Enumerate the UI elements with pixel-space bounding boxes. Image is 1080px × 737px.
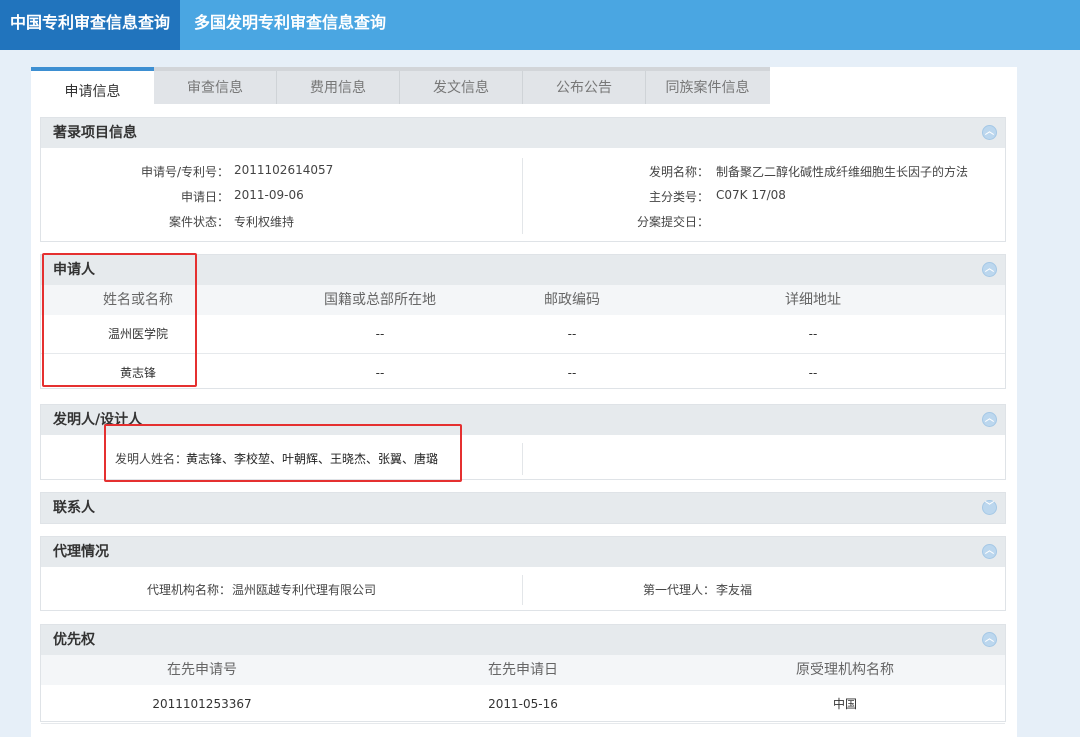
biblio-section: 著录项目信息 ︿ 申请号/专利号： 2011102614057 申请日： 201… bbox=[40, 117, 1006, 242]
applicant-country: -- bbox=[375, 366, 385, 380]
applicant-address: -- bbox=[808, 327, 818, 341]
table-header: 在先申请号 在先申请日 原受理机构名称 bbox=[41, 655, 1005, 685]
info-tabs: 申请信息 审查信息 费用信息 发文信息 公布公告 同族案件信息 bbox=[31, 67, 770, 104]
section-title: 代理情况 bbox=[53, 544, 109, 560]
status-label: 案件状态： bbox=[168, 215, 229, 229]
contact-section: 联系人 ﹀ bbox=[40, 492, 1006, 524]
top-navigation: 中国专利审查信息查询 多国发明专利审查信息查询 bbox=[0, 0, 1080, 50]
agent-section: 代理情况 ︿ 代理机构名称： 温州瓯越专利代理有限公司 第一代理人： 李友福 bbox=[40, 536, 1006, 611]
tab-publication[interactable]: 公布公告 bbox=[523, 71, 646, 104]
column-header: 邮政编码 bbox=[544, 292, 600, 308]
section-title: 联系人 bbox=[53, 500, 95, 516]
section-header: 联系人 ﹀ bbox=[41, 493, 1005, 523]
column-header: 原受理机构名称 bbox=[796, 662, 894, 678]
section-header: 代理情况 ︿ bbox=[41, 537, 1005, 567]
table-row: 2011101253367 2011-05-16 中国 bbox=[41, 685, 1005, 724]
tab-application-info[interactable]: 申请信息 bbox=[31, 67, 154, 104]
column-divider bbox=[522, 575, 523, 605]
collapse-icon[interactable]: ︿ bbox=[982, 544, 997, 559]
app-date-label: 申请日： bbox=[180, 190, 229, 204]
tab-dispatch-info[interactable]: 发文信息 bbox=[400, 71, 523, 104]
nav-tab-multi-country[interactable]: 多国发明专利审查信息查询 bbox=[194, 0, 386, 50]
section-header: 优先权 ︿ bbox=[41, 625, 1005, 655]
applicant-postcode: -- bbox=[567, 366, 577, 380]
agent-org-value: 温州瓯越专利代理有限公司 bbox=[232, 583, 377, 597]
section-header: 著录项目信息 ︿ bbox=[41, 118, 1005, 148]
tab-examination-info[interactable]: 审查信息 bbox=[154, 71, 277, 104]
tab-family-cases[interactable]: 同族案件信息 bbox=[646, 71, 769, 104]
column-header: 详细地址 bbox=[785, 292, 841, 308]
collapse-icon[interactable]: ︿ bbox=[982, 632, 997, 647]
app-no-label: 申请号/专利号： bbox=[140, 165, 229, 179]
column-divider bbox=[522, 443, 523, 475]
highlight-box-inventor bbox=[104, 424, 462, 482]
priority-app-no: 2011101253367 bbox=[152, 697, 252, 711]
priority-office: 中国 bbox=[832, 697, 858, 711]
applicant-address: -- bbox=[808, 366, 818, 380]
divisional-label: 分案提交日： bbox=[636, 215, 709, 229]
invention-name-value: 制备聚乙二醇化碱性成纤维细胞生长因子的方法 bbox=[716, 165, 969, 179]
agent-org-label: 代理机构名称： bbox=[146, 583, 231, 597]
status-value: 专利权维持 bbox=[234, 215, 295, 229]
tab-fee-info[interactable]: 费用信息 bbox=[277, 71, 400, 104]
column-header: 在先申请日 bbox=[488, 662, 558, 678]
invention-name-label: 发明名称： bbox=[648, 165, 709, 179]
collapse-icon[interactable]: ︿ bbox=[982, 125, 997, 140]
app-no-value: 2011102614057 bbox=[234, 163, 334, 177]
column-header: 国籍或总部所在地 bbox=[324, 292, 436, 308]
first-agent-label: 第一代理人： bbox=[642, 583, 715, 597]
main-class-label: 主分类号： bbox=[648, 190, 709, 204]
app-date-value: 2011-09-06 bbox=[234, 188, 304, 202]
main-panel: 申请信息 审查信息 费用信息 发文信息 公布公告 同族案件信息 著录项目信息 ︿… bbox=[31, 67, 1017, 737]
applicant-postcode: -- bbox=[567, 327, 577, 341]
section-title: 优先权 bbox=[53, 632, 95, 648]
highlight-box-applicant bbox=[42, 253, 197, 387]
section-title: 著录项目信息 bbox=[53, 125, 137, 141]
priority-section: 优先权 ︿ 在先申请号 在先申请日 原受理机构名称 2011101253367 … bbox=[40, 624, 1006, 724]
nav-tab-china-patent[interactable]: 中国专利审查信息查询 bbox=[0, 0, 180, 50]
main-class-value: C07K 17/08 bbox=[716, 188, 786, 202]
collapse-icon[interactable]: ︿ bbox=[982, 412, 997, 427]
first-agent-value: 李友福 bbox=[716, 583, 753, 597]
column-divider bbox=[522, 158, 523, 234]
collapse-icon[interactable]: ︿ bbox=[982, 262, 997, 277]
column-header: 在先申请号 bbox=[167, 662, 237, 678]
priority-app-date: 2011-05-16 bbox=[488, 697, 558, 711]
expand-icon[interactable]: ﹀ bbox=[982, 500, 997, 515]
applicant-country: -- bbox=[375, 327, 385, 341]
